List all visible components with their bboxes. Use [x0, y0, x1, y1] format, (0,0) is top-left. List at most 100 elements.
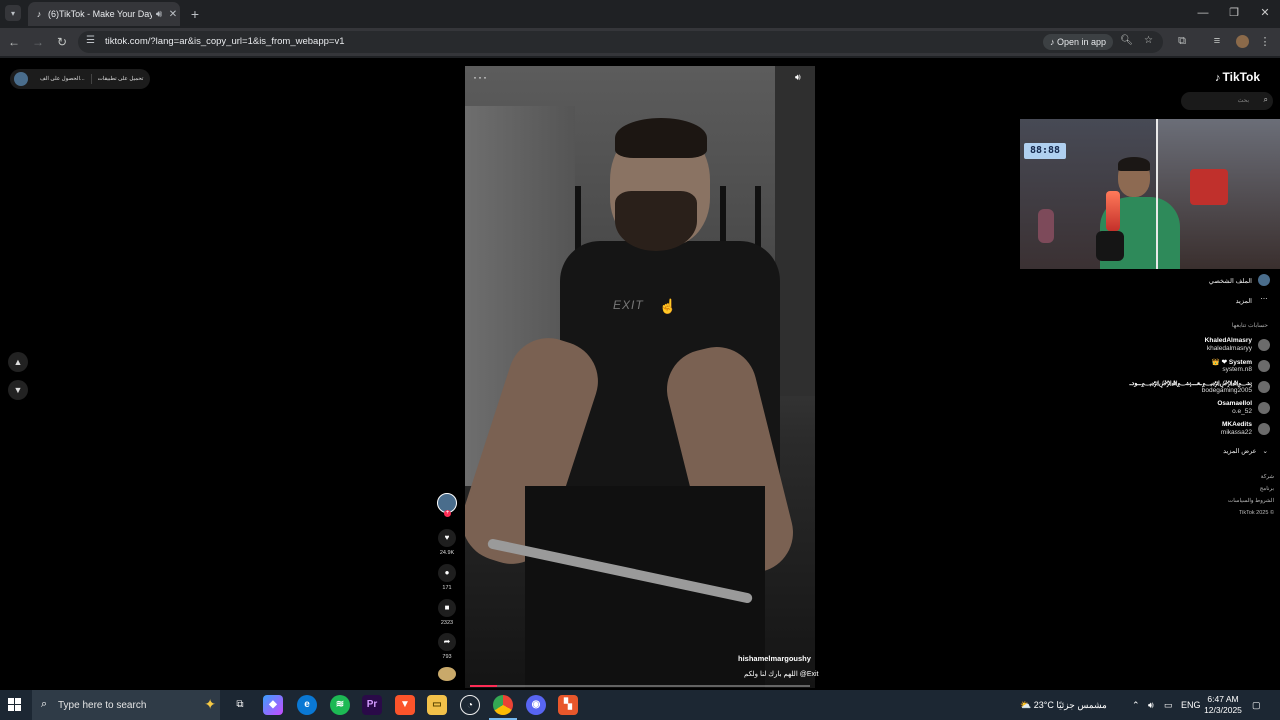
account-avatar[interactable]	[1258, 423, 1270, 435]
minimize-button[interactable]: —	[1188, 4, 1218, 22]
following-account[interactable]: MKAedits mikassa22	[1190, 420, 1272, 440]
weather-widget[interactable]: ⛅ 23°C مشمس جزئيًا	[1020, 690, 1107, 720]
open-in-app-button[interactable]: ♪ Open in app	[1042, 34, 1113, 50]
footer-link[interactable]: الشروط والسياسات	[1228, 498, 1274, 504]
close-window-button[interactable]: ✕	[1250, 4, 1280, 22]
tab-search-button[interactable]: ▾	[5, 5, 21, 21]
volume-icon[interactable]: 🔊︎	[1148, 690, 1154, 720]
speaker-icon[interactable]: 🔊︎	[152, 9, 166, 20]
file-explorer-icon[interactable]: ▭	[427, 695, 447, 715]
following-account[interactable]: KhaledAlmasry khaledalmasryy	[1190, 336, 1272, 356]
account-name: Osamaellol	[1217, 400, 1252, 407]
address-bar[interactable]: ☰ tiktok.com/?lang=ar&is_copy_url=1&is_f…	[78, 31, 1163, 53]
copilot-app-icon[interactable]: ◆	[263, 695, 283, 715]
music-disc-icon[interactable]	[438, 667, 456, 681]
video-beard	[615, 191, 697, 251]
comment-count: 171	[442, 585, 452, 591]
sidebar-item-profile[interactable]: الملف الشخصي	[1190, 274, 1272, 288]
reload-button[interactable]: ↻	[54, 34, 70, 50]
share-count: 793	[442, 654, 452, 660]
account-avatar[interactable]	[1258, 402, 1270, 414]
bookmark-star-icon[interactable]: ☆	[1144, 35, 1153, 46]
promo-pill[interactable]: الحصول على الف... تحميل على تطبيقات	[10, 69, 150, 89]
video-progress-bar[interactable]	[470, 685, 810, 687]
menu-kebab-icon[interactable]: ⋮	[1258, 35, 1272, 48]
video-player[interactable]: EXIT	[465, 66, 815, 688]
search-input[interactable]: بحث ⌕	[1181, 92, 1273, 110]
zoom-icon[interactable]: 🔍︎	[1120, 35, 1133, 46]
notifications-icon[interactable]: ▢	[1252, 690, 1261, 720]
sound-icon[interactable]: 🔊︎	[795, 72, 801, 83]
copilot-sparkle-icon[interactable]: ✦	[204, 696, 216, 713]
follow-plus-icon[interactable]: +	[444, 510, 451, 517]
following-account[interactable]: ـعـــ﷽ــودـ﷽ bodegaming2005	[1129, 378, 1272, 398]
account-handle: mikassa22	[1220, 429, 1252, 436]
task-view-icon[interactable]: ⧉	[230, 695, 250, 715]
comment-action[interactable]: ● 171	[436, 564, 458, 591]
following-section-title: حسابات تتابعها	[1231, 323, 1268, 329]
search-icon[interactable]: ⌕	[1264, 95, 1268, 105]
like-action[interactable]: ♥ 24.9K	[436, 529, 458, 556]
back-button[interactable]: ←	[6, 34, 22, 50]
sidebar-item-more[interactable]: المزيد ⋯	[1190, 294, 1272, 308]
webcam-overlay: 88:88	[1020, 119, 1280, 269]
footer-link[interactable]: شركة	[1261, 474, 1274, 480]
next-video-button[interactable]: ▼	[8, 380, 28, 400]
extensions-icon[interactable]: ⧉	[1175, 35, 1189, 48]
brave-app-icon[interactable]: ▼	[395, 695, 415, 715]
spotify-app-icon[interactable]: ≋	[330, 695, 350, 715]
video-progress-fill	[470, 685, 498, 687]
save-action[interactable]: ■ 2323	[436, 599, 458, 626]
language-indicator[interactable]: ENG	[1181, 690, 1201, 720]
share-icon[interactable]: ➦	[438, 633, 456, 651]
start-button[interactable]	[8, 698, 22, 712]
tiktok-logo[interactable]: ♪ TikTok	[1215, 70, 1260, 84]
heart-icon[interactable]: ♥	[438, 529, 456, 547]
following-account[interactable]: 👑 ❤ System system.n8	[1190, 357, 1272, 377]
edge-app-icon[interactable]: e	[297, 695, 317, 715]
new-tab-button[interactable]: +	[186, 5, 204, 23]
taskbar-search[interactable]: ⌕ Type here to search ✦	[32, 690, 220, 720]
tiktok-favicon-icon: ♪	[36, 9, 42, 19]
see-more-button[interactable]: عرض المزيد ⌄	[1223, 447, 1268, 455]
account-handle: khaledalmasryy	[1206, 345, 1252, 352]
profile-avatar[interactable]	[1236, 35, 1249, 48]
chrome-app-icon[interactable]	[489, 695, 517, 720]
comment-icon[interactable]: ●	[438, 564, 456, 582]
premiere-app-icon[interactable]: Pr	[362, 695, 382, 715]
previous-video-button[interactable]: ▲	[8, 352, 28, 372]
promo-get-coins[interactable]: الحصول على الف...	[40, 76, 85, 82]
footer-link[interactable]: برنامج	[1260, 486, 1274, 492]
site-info-icon[interactable]: ☰	[86, 35, 95, 46]
discord-app-icon[interactable]: ◉	[526, 695, 546, 715]
profile-avatar[interactable]	[14, 72, 28, 86]
account-name: KhaledAlmasry	[1204, 337, 1252, 344]
search-placeholder: بحث	[1237, 98, 1249, 104]
more-dots-icon: ⋯	[1260, 296, 1268, 303]
network-icon[interactable]: ▭	[1164, 690, 1173, 720]
close-tab-icon[interactable]: ✕	[166, 9, 180, 20]
reading-list-icon[interactable]: ≡	[1210, 35, 1224, 47]
account-avatar[interactable]	[1258, 339, 1270, 351]
video-more-menu[interactable]: ···	[473, 70, 488, 84]
obs-app-icon[interactable]: ◔	[460, 695, 480, 715]
tray-overflow-icon[interactable]: ⌃	[1132, 690, 1140, 720]
account-avatar[interactable]	[1258, 360, 1270, 372]
taskbar-clock[interactable]: 6:47 AM 12/3/2025	[1203, 694, 1243, 716]
following-account[interactable]: Osamaellol o.e_52	[1190, 399, 1272, 419]
video-description: اللهم بارك لنا ولكم @Exit	[744, 671, 819, 678]
tab-title: (6)TikTok - Make Your Day	[48, 9, 152, 19]
forward-button[interactable]: →	[30, 34, 46, 50]
browser-toolbar: ← → ↻ ☰ tiktok.com/?lang=ar&is_copy_url=…	[0, 28, 1280, 56]
promo-download-app[interactable]: تحميل على تطبيقات	[98, 76, 144, 82]
webcam-microphone	[1096, 231, 1124, 261]
bookmark-icon[interactable]: ■	[438, 599, 456, 617]
chevron-up-icon: ▲	[13, 357, 23, 367]
tab-tiktok[interactable]: ♪ (6)TikTok - Make Your Day 🔊︎ ✕	[28, 2, 180, 26]
account-avatar[interactable]	[1258, 381, 1270, 393]
share-action[interactable]: ➦ 793	[436, 633, 458, 660]
capcut-app-icon[interactable]: ▚	[558, 695, 578, 715]
restore-button[interactable]: ❐	[1219, 4, 1249, 22]
account-handle: system.n8	[1222, 366, 1252, 373]
video-username[interactable]: hishamelmargoushy	[738, 654, 811, 663]
